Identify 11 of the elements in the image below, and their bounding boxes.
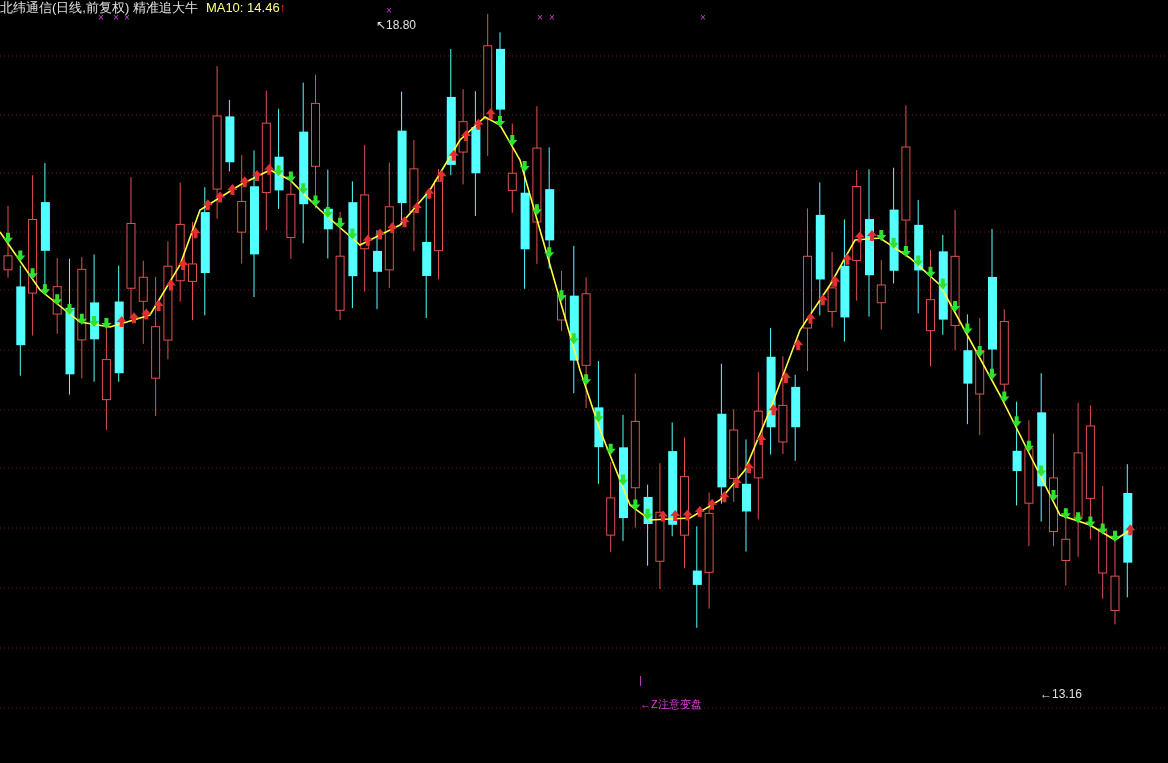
trend-arrow: ↑ <box>279 0 287 16</box>
price-label: ↖18.80 <box>376 17 417 33</box>
signal-mark: × <box>700 12 706 24</box>
chart-title: 北纬通信(日线,前复权) 精准追大牛 <box>0 0 198 16</box>
signal-tick: | <box>639 674 642 686</box>
signal-mark: × <box>549 12 555 24</box>
indicator-value: MA10: 14.46 <box>205 0 280 16</box>
signal-note: ←Z注意变盘 <box>640 698 702 710</box>
signal-mark: × <box>386 5 392 17</box>
price-label: ←13.16 <box>1040 686 1083 702</box>
signal-mark: × <box>537 12 543 24</box>
